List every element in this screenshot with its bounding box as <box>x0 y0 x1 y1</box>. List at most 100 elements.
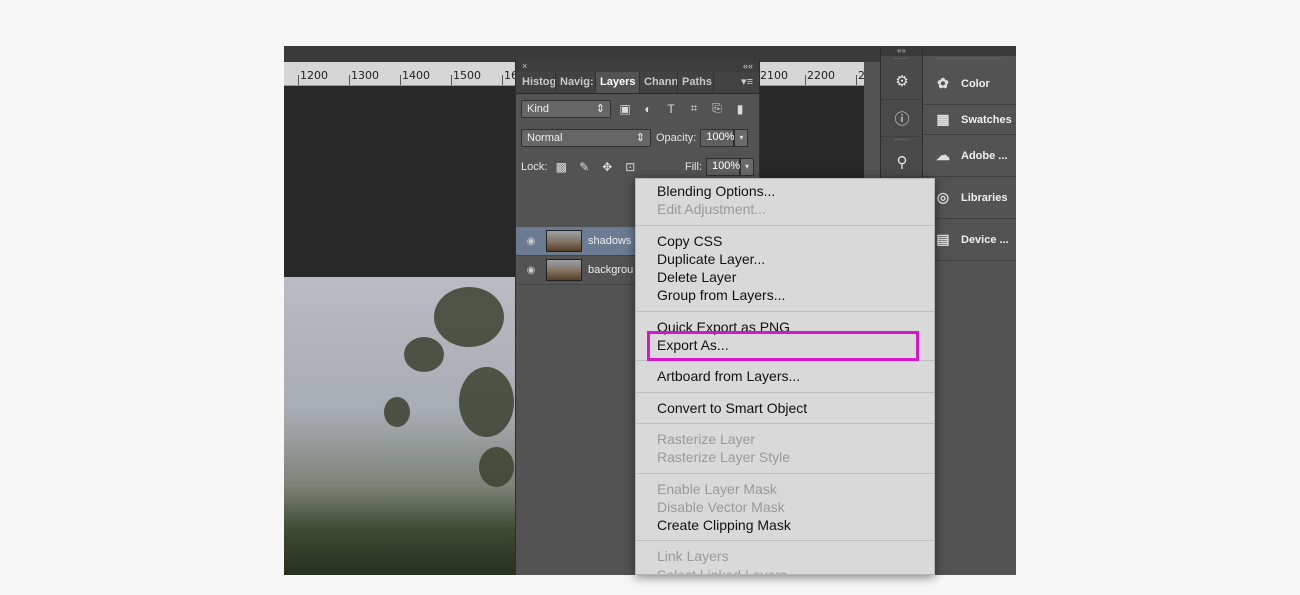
foliage-shape <box>384 397 410 427</box>
panel-dock: ✿ Color ▦ Swatches ☁ Adobe ... ◎ Librari… <box>922 46 1016 575</box>
foliage-shape <box>479 447 514 487</box>
panel-menu-icon[interactable]: ▾≡ <box>735 72 759 93</box>
menu-separator <box>636 310 934 312</box>
foliage-shape <box>404 337 444 372</box>
dock-item-label: Device ... <box>961 233 1009 246</box>
ruler-tick <box>502 75 503 85</box>
dock-item-swatches[interactable]: ▦ Swatches <box>923 105 1016 135</box>
ruler-label: 1500 <box>453 69 481 82</box>
menu-item-create-clipping-mask[interactable]: Create Clipping Mask <box>636 516 934 534</box>
layer-name[interactable]: backgrou <box>588 264 633 276</box>
properties-icon[interactable]: ⚙ <box>881 63 923 100</box>
filter-toggle-icon[interactable]: ▮ <box>731 100 749 118</box>
menu-item-blending-options[interactable]: Blending Options... <box>636 182 934 200</box>
lock-label: Lock: <box>521 160 548 173</box>
layer-thumbnail <box>546 259 582 281</box>
panel-header: × «« <box>516 60 759 72</box>
filter-adjustment-icon[interactable]: ◐ <box>639 100 657 118</box>
device-preview-icon: ▤ <box>936 231 950 247</box>
filter-type-icon[interactable]: T <box>662 100 680 118</box>
ruler-label: 1300 <box>351 69 379 82</box>
dock-item-adobe[interactable]: ☁ Adobe ... <box>923 135 1016 177</box>
filter-kind-label: Kind <box>527 102 550 115</box>
menu-item-rasterize-layer: Rasterize Layer <box>657 430 756 447</box>
filter-row: Kind ⇕ ▣ ◐ T ⌗ ⎘ ▮ <box>516 94 759 123</box>
export-as-highlight-box <box>647 331 919 361</box>
menu-item-convert-smart-object[interactable]: Convert to Smart Object <box>636 399 934 417</box>
brush-presets-icon[interactable]: ⚲ <box>881 144 923 181</box>
tab-paths[interactable]: Paths <box>678 72 714 93</box>
menu-item-enable-layer-mask: Enable Layer Mask <box>657 480 777 497</box>
canvas-photo[interactable] <box>284 277 516 575</box>
lock-brush-icon[interactable]: ✎ <box>575 158 593 176</box>
filter-shape-icon[interactable]: ⌗ <box>685 100 703 118</box>
blend-mode-select[interactable]: Normal ⇕ <box>521 128 651 147</box>
select-arrows-icon: ⇕ <box>595 103 605 115</box>
fill-label: Fill: <box>684 160 702 173</box>
close-icon[interactable]: × <box>522 61 527 71</box>
dock-item-label: Libraries <box>961 191 1008 204</box>
dock-item-libraries[interactable]: ◎ Libraries <box>923 177 1016 219</box>
menu-item-duplicate-layer[interactable]: Duplicate Layer... <box>636 250 934 268</box>
lock-move-icon[interactable]: ✥ <box>598 158 616 176</box>
palette-icon: ✿ <box>937 75 949 91</box>
foliage-shape <box>459 367 514 437</box>
creative-cloud-icon: ☁ <box>936 147 950 163</box>
canvas-pasteboard[interactable] <box>284 86 516 277</box>
panel-tabs: Histog Navig: Layers Chann Paths ▾≡ <box>516 72 759 94</box>
ruler-label: 2200 <box>807 69 835 82</box>
ruler-tick <box>400 75 401 85</box>
tab-layers[interactable]: Layers <box>596 72 640 93</box>
menu-item-copy-css[interactable]: Copy CSS <box>636 232 934 250</box>
ruler-label: 1200 <box>300 69 328 82</box>
visibility-eye-icon[interactable]: ◉ <box>516 236 546 247</box>
menu-item-artboard-from-layers[interactable]: Artboard from Layers... <box>636 367 934 385</box>
opacity-field[interactable]: 100% <box>700 128 735 147</box>
collapse-icon[interactable]: «« <box>743 61 753 71</box>
menu-item-disable-vector-mask: Disable Vector Mask <box>657 498 785 515</box>
ruler-tick <box>451 75 452 85</box>
foliage-shape <box>434 287 504 347</box>
menu-separator <box>636 472 934 474</box>
ruler-label: 2 <box>858 69 864 82</box>
layer-context-menu: Blending Options... Edit Adjustment... C… <box>635 178 935 575</box>
select-arrows-icon: ⇕ <box>635 132 645 144</box>
menu-separator <box>636 224 934 226</box>
menu-item-edit-adjustment: Edit Adjustment... <box>657 201 766 218</box>
layer-name[interactable]: shadows <box>588 235 631 247</box>
menu-item-link-layers: Link Layers <box>657 548 729 565</box>
ruler-label: 1400 <box>402 69 430 82</box>
info-icon[interactable]: ⓘ <box>881 100 923 137</box>
menu-separator <box>636 391 934 393</box>
menu-separator <box>636 422 934 424</box>
ruler-label: 2100 <box>760 69 788 82</box>
lock-all-icon[interactable]: ⊡ <box>621 158 639 176</box>
opacity-dropdown-icon[interactable]: ▾ <box>734 128 749 147</box>
dock-item-device[interactable]: ▤ Device ... <box>923 219 1016 261</box>
filter-smart-object-icon[interactable]: ⎘ <box>708 100 726 118</box>
dock-item-color[interactable]: ✿ Color <box>923 63 1016 105</box>
blend-row: Normal ⇕ Opacity: 100% ▾ <box>516 123 759 152</box>
menu-separator <box>636 540 934 542</box>
menu-item-rasterize-layer-style: Rasterize Layer Style <box>657 449 791 466</box>
dock-header <box>923 46 1016 56</box>
tab-history[interactable]: Histog <box>518 72 556 93</box>
filter-pixel-icon[interactable]: ▣ <box>616 100 634 118</box>
libraries-icon: ◎ <box>936 189 950 205</box>
fill-field[interactable]: 100% <box>706 157 740 176</box>
filter-kind-select[interactable]: Kind ⇕ <box>521 99 611 118</box>
tab-navigator[interactable]: Navig: <box>556 72 596 93</box>
tab-channels[interactable]: Chann <box>640 72 678 93</box>
fill-dropdown-icon[interactable]: ▾ <box>740 157 754 176</box>
dock-item-label: Adobe ... <box>961 149 1008 162</box>
dock-collapse-icon[interactable]: «« <box>881 46 922 56</box>
lock-row: Lock: ▩ ✎ ✥ ⊡ Fill: 100% ▾ <box>516 152 759 181</box>
ruler-tick <box>298 75 299 85</box>
visibility-eye-icon[interactable]: ◉ <box>516 265 546 276</box>
ruler-tick <box>856 75 857 85</box>
layer-thumbnail <box>546 230 582 252</box>
lock-transparent-icon[interactable]: ▩ <box>552 158 570 176</box>
dock-item-label: Swatches <box>961 113 1012 126</box>
menu-item-group-from-layers[interactable]: Group from Layers... <box>636 286 934 304</box>
menu-item-delete-layer[interactable]: Delete Layer <box>636 268 934 286</box>
